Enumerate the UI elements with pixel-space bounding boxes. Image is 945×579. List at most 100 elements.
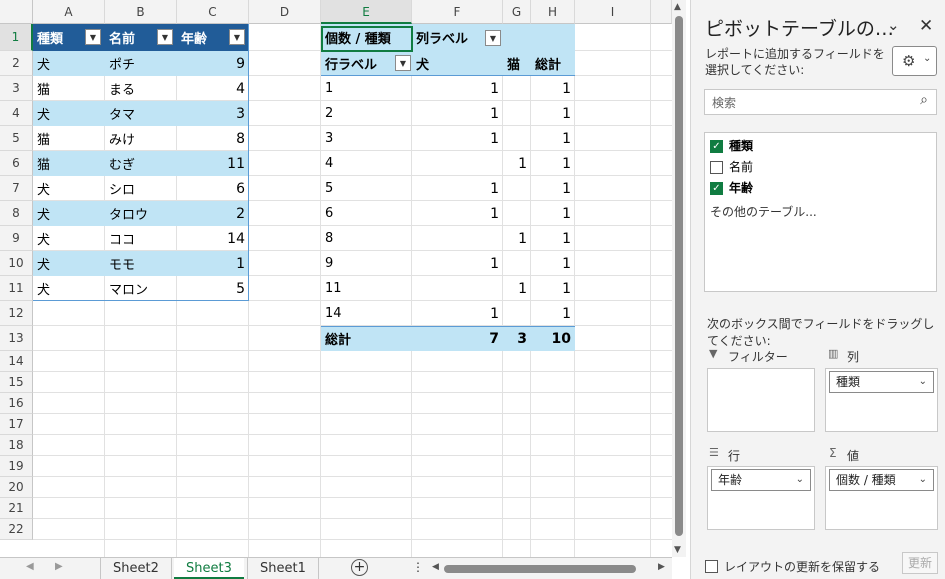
pivot-value[interactable]: 1 — [503, 151, 531, 176]
row-header-20[interactable]: 20 — [0, 477, 33, 498]
pivot-grand-total[interactable]: 1 — [531, 126, 575, 151]
pivot-row-key[interactable]: 8 — [321, 226, 412, 251]
column-label-filter-icon[interactable]: ▼ — [485, 30, 501, 46]
more-options-icon[interactable]: ⋮ — [412, 560, 424, 574]
table-cell[interactable]: シロ — [105, 176, 177, 201]
field-item[interactable]: ✓ 年齢 — [710, 179, 753, 196]
pivot-value[interactable] — [503, 201, 531, 226]
table-cell[interactable]: 犬 — [33, 226, 105, 251]
scroll-thumb[interactable] — [675, 16, 683, 536]
pivot-value[interactable] — [503, 76, 531, 101]
table-cell[interactable]: 3 — [177, 101, 249, 126]
pivot-row-key[interactable]: 11 — [321, 276, 412, 301]
pivot-value[interactable]: 1 — [412, 101, 503, 126]
pivot-grand-total[interactable]: 1 — [531, 201, 575, 226]
table-cell[interactable]: みけ — [105, 126, 177, 151]
pivot-col-header[interactable]: 猫 — [503, 51, 531, 76]
more-tables-link[interactable]: その他のテーブル... — [710, 203, 817, 220]
table-cell[interactable]: 9 — [177, 51, 249, 76]
pivot-value[interactable]: 1 — [412, 126, 503, 151]
column-header-i[interactable]: I — [575, 0, 651, 24]
row-header-5[interactable]: 5 — [0, 126, 33, 151]
table-cell[interactable]: むぎ — [105, 151, 177, 176]
pivot-col-header[interactable]: 犬 — [412, 51, 503, 76]
table-cell[interactable]: 犬 — [33, 276, 105, 301]
table-cell[interactable]: タマ — [105, 101, 177, 126]
table-cell[interactable]: ココ — [105, 226, 177, 251]
table-cell[interactable]: 4 — [177, 76, 249, 101]
pivot-value[interactable]: 1 — [412, 301, 503, 326]
pivot-total-value[interactable]: 3 — [503, 326, 531, 351]
pivot-grand-total[interactable]: 1 — [531, 226, 575, 251]
column-header-c[interactable]: C — [177, 0, 249, 24]
row-header-8[interactable]: 8 — [0, 201, 33, 226]
row-header-14[interactable]: 14 — [0, 351, 33, 372]
scroll-up-icon[interactable]: ▲ — [674, 2, 681, 12]
table-cell[interactable]: 14 — [177, 226, 249, 251]
pivot-grand-total[interactable]: 1 — [531, 176, 575, 201]
row-header-16[interactable]: 16 — [0, 393, 33, 414]
sheet-tab-sheet2[interactable]: Sheet2 — [100, 558, 172, 579]
table-cell[interactable]: ポチ — [105, 51, 177, 76]
pivot-value[interactable] — [503, 251, 531, 276]
row-header-19[interactable]: 19 — [0, 456, 33, 477]
tab-scroll-right-icon[interactable]: ▶ — [55, 561, 63, 572]
filter-dropdown-icon[interactable]: ▼ — [85, 29, 101, 45]
pivot-col-header[interactable]: 総計 — [531, 51, 575, 76]
pivot-value[interactable] — [503, 126, 531, 151]
defer-update-option[interactable]: レイアウトの更新を保留する — [705, 556, 880, 575]
row-header-9[interactable]: 9 — [0, 226, 33, 251]
pane-options-chevron-icon[interactable]: ⌄ — [887, 16, 900, 34]
pivot-total-value[interactable]: 7 — [412, 326, 503, 351]
row-header-11[interactable]: 11 — [0, 276, 33, 301]
row-header-2[interactable]: 2 — [0, 51, 33, 76]
pivot-value[interactable] — [412, 151, 503, 176]
pivot-row-key[interactable]: 5 — [321, 176, 412, 201]
column-header-e[interactable]: E — [321, 0, 412, 24]
pivot-grand-total[interactable]: 1 — [531, 76, 575, 101]
table-cell[interactable]: 犬 — [33, 51, 105, 76]
hscroll-left-icon[interactable]: ◀ — [432, 562, 439, 572]
pivot-value[interactable] — [412, 276, 503, 301]
table-cell[interactable]: 犬 — [33, 201, 105, 226]
row-header-17[interactable]: 17 — [0, 414, 33, 435]
table-cell[interactable]: 11 — [177, 151, 249, 176]
sheet-tab-sheet1[interactable]: Sheet1 — [247, 558, 319, 579]
pivot-value[interactable]: 1 — [503, 276, 531, 301]
column-header-b[interactable]: B — [105, 0, 177, 24]
pivot-row-key[interactable]: 2 — [321, 101, 412, 126]
row-header-7[interactable]: 7 — [0, 176, 33, 201]
column-header-a[interactable]: A — [33, 0, 105, 24]
row-header-4[interactable]: 4 — [0, 101, 33, 126]
column-header-f[interactable]: F — [412, 0, 503, 24]
values-field-dropdown[interactable]: 個数 / 種類 ⌄ — [829, 469, 934, 491]
update-button[interactable]: 更新 — [902, 552, 938, 574]
filter-dropdown-icon[interactable]: ▼ — [157, 29, 173, 45]
settings-button[interactable]: ⚙ ⌄ — [892, 46, 937, 76]
row-header-3[interactable]: 3 — [0, 76, 33, 101]
filter-drop-area[interactable] — [707, 368, 815, 432]
pivot-grand-total[interactable]: 1 — [531, 301, 575, 326]
pivot-row-key[interactable]: 14 — [321, 301, 412, 326]
table-cell[interactable]: 8 — [177, 126, 249, 151]
row-header-13[interactable]: 13 — [0, 326, 33, 351]
pivot-grand-total[interactable]: 1 — [531, 276, 575, 301]
select-all-corner[interactable] — [0, 0, 33, 24]
worksheet-grid[interactable]: ABCDEFGHI 1 2 3 4 5 6 7 8 9 10 11 12 13 14 15 16 17 18 19 2… — [0, 0, 672, 557]
scroll-down-icon[interactable]: ▼ — [674, 545, 681, 555]
table-cell[interactable]: 猫 — [33, 76, 105, 101]
pivot-row-key[interactable]: 9 — [321, 251, 412, 276]
search-input[interactable]: 検索 — [712, 94, 736, 111]
pivot-total-value[interactable]: 10 — [531, 326, 575, 351]
row-header-21[interactable]: 21 — [0, 498, 33, 519]
row-header-18[interactable]: 18 — [0, 435, 33, 456]
field-checkbox[interactable]: ✓ — [710, 182, 723, 195]
rows-drop-area[interactable]: 年齢 ⌄ — [707, 466, 815, 530]
pivot-value[interactable]: 1 — [503, 226, 531, 251]
table-cell[interactable]: 犬 — [33, 176, 105, 201]
add-sheet-icon[interactable]: + — [351, 559, 368, 576]
field-item[interactable]: 名前 — [710, 158, 753, 175]
table-cell[interactable]: 猫 — [33, 151, 105, 176]
pivot-value[interactable] — [503, 101, 531, 126]
table-cell[interactable]: 1 — [177, 251, 249, 276]
